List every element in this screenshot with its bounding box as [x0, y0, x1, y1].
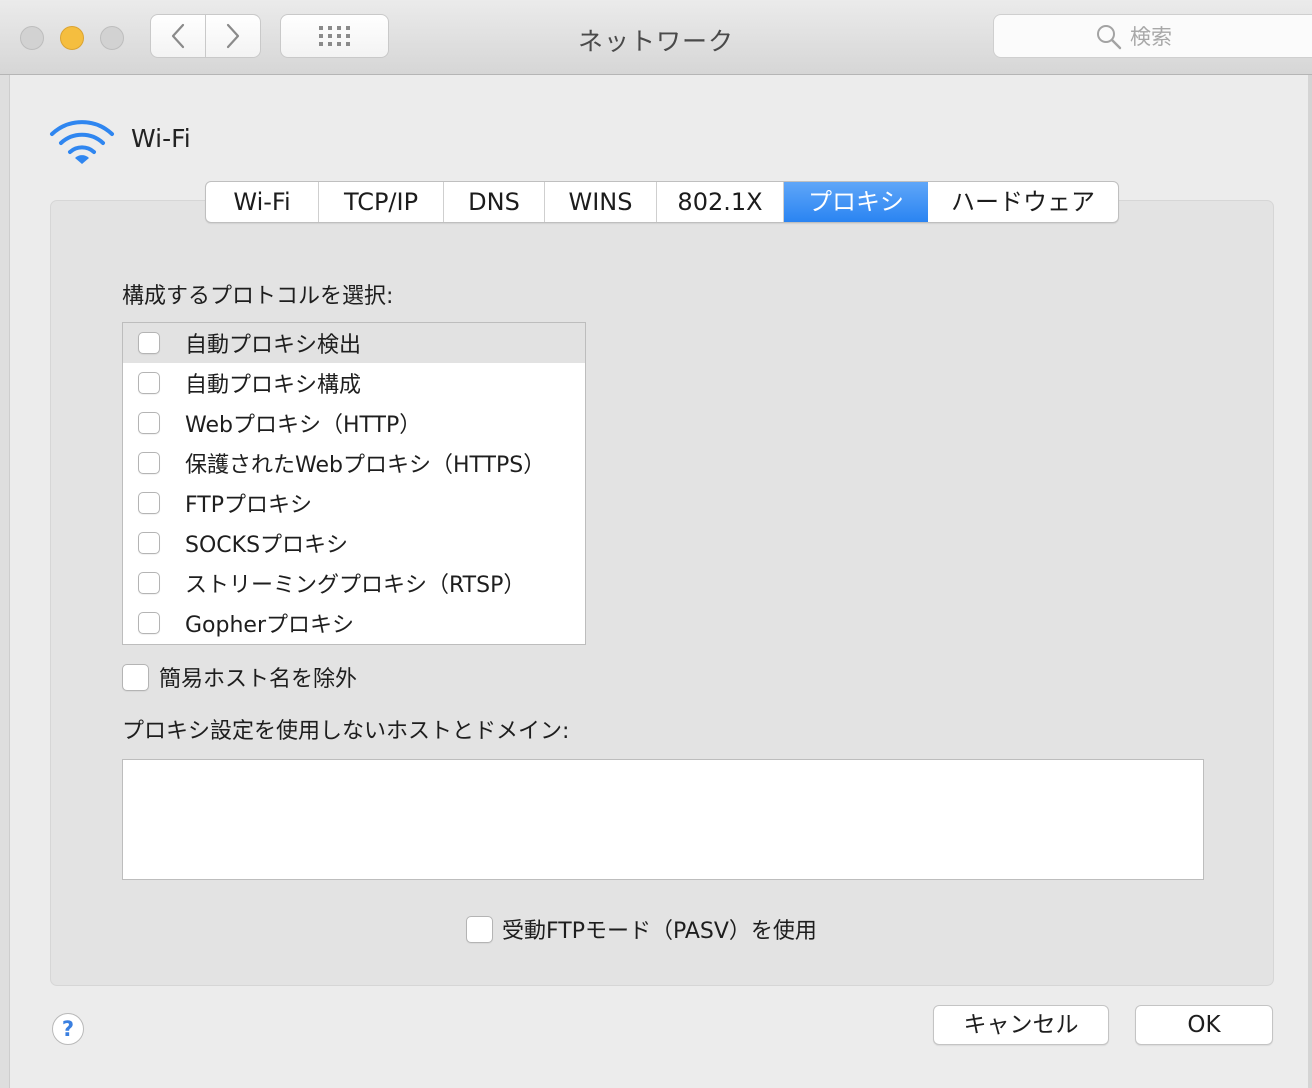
window-frame-right	[1308, 75, 1312, 1088]
protocol-label: FTPプロキシ	[185, 493, 312, 518]
tab-wins[interactable]: WINS	[545, 182, 657, 222]
cancel-button[interactable]: キャンセル	[933, 1005, 1109, 1045]
search-icon	[1097, 25, 1122, 50]
protocol-checkbox[interactable]	[138, 372, 160, 394]
help-button[interactable]: ?	[52, 1013, 84, 1045]
ok-button[interactable]: OK	[1135, 1005, 1273, 1045]
window-frame-left	[0, 75, 10, 1088]
passive-ftp-option[interactable]: 受動FTPモード（PASV）を使用	[466, 913, 817, 945]
protocol-row-ftp[interactable]: FTPプロキシ	[123, 483, 585, 523]
passive-ftp-label: 受動FTPモード（PASV）を使用	[502, 919, 817, 944]
protocol-checkbox[interactable]	[138, 572, 160, 594]
protocol-label: 自動プロキシ検出	[185, 333, 362, 358]
passive-ftp-checkbox[interactable]	[466, 915, 493, 943]
exclude-simple-label: 簡易ホスト名を除外	[159, 667, 358, 692]
protocol-row-rtsp[interactable]: ストリーミングプロキシ（RTSP）	[123, 563, 585, 603]
protocol-checkbox[interactable]	[138, 612, 160, 634]
protocol-checkbox[interactable]	[138, 412, 160, 434]
protocol-label: 自動プロキシ構成	[185, 373, 362, 398]
protocol-checkbox[interactable]	[138, 452, 160, 474]
search-input[interactable]	[1128, 22, 1292, 52]
protocol-row-http[interactable]: Webプロキシ（HTTP）	[123, 403, 585, 443]
tab-wifi[interactable]: Wi-Fi	[206, 182, 319, 222]
title-bar: ネットワーク	[0, 0, 1312, 75]
protocol-row-socks[interactable]: SOCKSプロキシ	[123, 523, 585, 563]
tab-proxies[interactable]: プロキシ	[784, 182, 928, 222]
protocol-row-auto-config[interactable]: 自動プロキシ構成	[123, 363, 585, 403]
service-name: Wi-Fi	[131, 124, 191, 153]
protocol-label: ストリーミングプロキシ（RTSP）	[185, 573, 526, 598]
tab-8021x[interactable]: 802.1X	[657, 182, 784, 222]
protocol-checkbox[interactable]	[138, 332, 160, 354]
search-field[interactable]	[993, 14, 1312, 58]
protocol-row-https[interactable]: 保護されたWebプロキシ（HTTPS）	[123, 443, 585, 483]
protocol-list: 自動プロキシ検出 自動プロキシ構成 Webプロキシ（HTTP） 保護されたWeb…	[122, 322, 586, 645]
tab-dns[interactable]: DNS	[444, 182, 545, 222]
protocol-row-gopher[interactable]: Gopherプロキシ	[123, 603, 585, 643]
tab-bar: Wi-Fi TCP/IP DNS WINS 802.1X プロキシ ハードウェア	[205, 181, 1119, 223]
bypass-hosts-field[interactable]	[122, 759, 1204, 880]
exclude-simple-hostnames[interactable]: 簡易ホスト名を除外	[122, 661, 357, 693]
protocol-label: 保護されたWebプロキシ（HTTPS）	[185, 453, 546, 478]
protocol-checkbox[interactable]	[138, 532, 160, 554]
tab-tcpip[interactable]: TCP/IP	[319, 182, 444, 222]
protocol-label: Gopherプロキシ	[185, 613, 354, 638]
bypass-heading: プロキシ設定を使用しないホストとドメイン:	[122, 719, 570, 744]
protocol-label: Webプロキシ（HTTP）	[185, 413, 422, 438]
protocol-checkbox[interactable]	[138, 492, 160, 514]
protocol-row-auto-detect[interactable]: 自動プロキシ検出	[123, 323, 585, 363]
protocol-heading: 構成するプロトコルを選択:	[122, 284, 394, 309]
tab-hardware[interactable]: ハードウェア	[928, 182, 1118, 222]
protocol-label: SOCKSプロキシ	[185, 533, 349, 558]
exclude-simple-checkbox[interactable]	[122, 663, 149, 691]
wifi-icon	[50, 120, 114, 164]
